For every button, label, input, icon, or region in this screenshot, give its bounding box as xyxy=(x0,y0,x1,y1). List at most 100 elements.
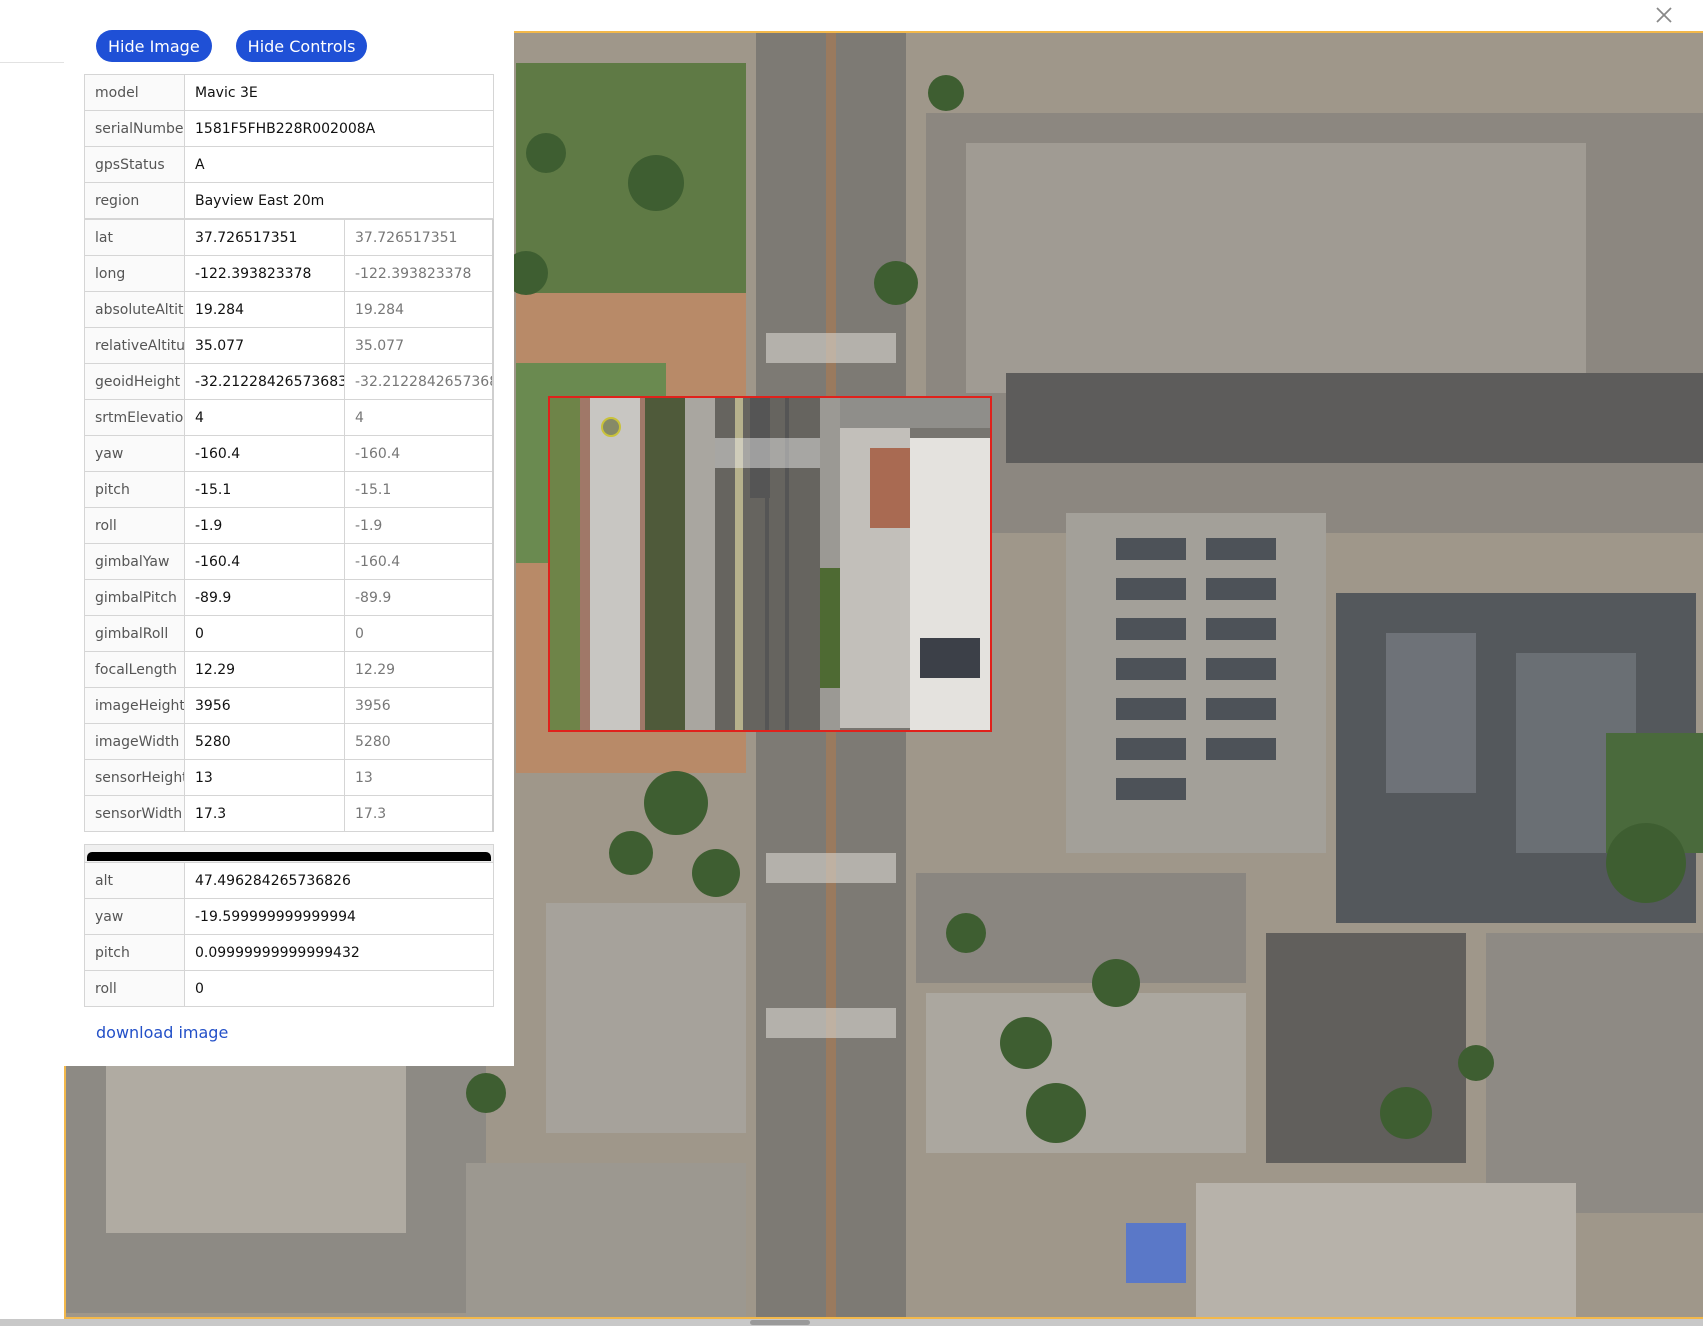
header-divider xyxy=(0,62,64,63)
param-value-field[interactable]: -15.1 xyxy=(184,471,345,508)
metadata-table: model Mavic 3E serialNumber 1581F5FHB228R00… xyxy=(84,74,494,219)
metadata-key: gpsStatus xyxy=(84,146,185,183)
param-row: imageWidth 5280 5280 xyxy=(84,723,494,760)
drone-photo-overlay[interactable] xyxy=(548,396,992,732)
param-key: sensorHeight xyxy=(84,759,185,796)
metadata-value-field[interactable]: Bayview East 20m xyxy=(184,182,494,219)
param-value-field[interactable]: 19.284 xyxy=(184,291,345,328)
computed-row: alt 47.496284265736826 xyxy=(84,862,494,899)
computed-value-field[interactable]: 47.496284265736826 xyxy=(184,862,494,899)
param-original-value: 12.29 xyxy=(344,651,494,688)
computed-value-field[interactable]: 0.09999999999999432 xyxy=(184,934,494,971)
param-value-field[interactable]: 3956 xyxy=(184,687,345,724)
param-value-field[interactable]: 37.726517351 xyxy=(184,219,345,256)
close-button[interactable] xyxy=(1651,2,1677,28)
camera-params-table: lat 37.726517351 37.726517351 long -122.3938… xyxy=(84,219,494,832)
computed-value-field[interactable]: 0 xyxy=(184,970,494,1007)
param-row: sensorHeight 13 13 xyxy=(84,759,494,796)
scrollbar-thumb[interactable] xyxy=(750,1320,810,1325)
param-key: srtmElevation xyxy=(84,399,185,436)
camera-position-marker[interactable] xyxy=(601,417,621,437)
hide-controls-button[interactable]: Hide Controls xyxy=(235,30,368,62)
param-value-field[interactable]: -160.4 xyxy=(184,435,345,472)
param-value-field[interactable]: 13 xyxy=(184,759,345,796)
param-row: lat 37.726517351 37.726517351 xyxy=(84,219,494,256)
param-row: gimbalYaw -160.4 -160.4 xyxy=(84,543,494,580)
param-key: imageWidth xyxy=(84,723,185,760)
computed-row: roll 0 xyxy=(84,970,494,1007)
image-info-panel: Hide Image Hide Controls model Mavic 3E se… xyxy=(64,0,514,1066)
param-row: gimbalPitch -89.9 -89.9 xyxy=(84,579,494,616)
computed-key: alt xyxy=(84,862,185,899)
param-row: long -122.393823378 -122.393823378 xyxy=(84,255,494,292)
metadata-value-field[interactable]: Mavic 3E xyxy=(184,74,494,111)
computed-value-field[interactable]: -19.599999999999994 xyxy=(184,898,494,935)
close-icon xyxy=(1656,7,1672,23)
param-value-field[interactable]: 5280 xyxy=(184,723,345,760)
metadata-key: model xyxy=(84,74,185,111)
param-key: gimbalYaw xyxy=(84,543,185,580)
param-value-field[interactable]: -89.9 xyxy=(184,579,345,616)
param-value-field[interactable]: -122.393823378 xyxy=(184,255,345,292)
horizontal-scrollbar[interactable] xyxy=(0,1319,1703,1326)
param-value-field[interactable]: -160.4 xyxy=(184,543,345,580)
param-row: geoidHeight -32.21228426573683 -32.2122842… xyxy=(84,363,494,400)
param-original-value: 3956 xyxy=(344,687,494,724)
param-value-field[interactable]: 35.077 xyxy=(184,327,345,364)
panel-controls: Hide Image Hide Controls xyxy=(96,30,494,62)
param-key: lat xyxy=(84,219,185,256)
param-original-value: -160.4 xyxy=(344,435,494,472)
param-original-value: 13 xyxy=(344,759,494,796)
param-original-value: 17.3 xyxy=(344,795,494,832)
param-original-value: 4 xyxy=(344,399,494,436)
computed-key: roll xyxy=(84,970,185,1007)
metadata-value-field[interactable]: A xyxy=(184,146,494,183)
param-original-value: -15.1 xyxy=(344,471,494,508)
param-original-value: 35.077 xyxy=(344,327,494,364)
param-original-value: 0 xyxy=(344,615,494,652)
param-key: pitch xyxy=(84,471,185,508)
computed-row: yaw -19.599999999999994 xyxy=(84,898,494,935)
section-divider xyxy=(84,844,494,862)
param-key: yaw xyxy=(84,435,185,472)
param-row: gimbalRoll 0 0 xyxy=(84,615,494,652)
metadata-row: serialNumber 1581F5FHB228R002008A xyxy=(84,110,494,147)
param-key: gimbalPitch xyxy=(84,579,185,616)
param-key: sensorWidth xyxy=(84,795,185,832)
param-row: roll -1.9 -1.9 xyxy=(84,507,494,544)
param-row: yaw -160.4 -160.4 xyxy=(84,435,494,472)
param-original-value: 37.726517351 xyxy=(344,219,494,256)
param-value-field[interactable]: -1.9 xyxy=(184,507,345,544)
param-original-value: -122.393823378 xyxy=(344,255,494,292)
param-key: gimbalRoll xyxy=(84,615,185,652)
param-key: focalLength xyxy=(84,651,185,688)
param-original-value: 5280 xyxy=(344,723,494,760)
param-key: absoluteAltitude xyxy=(84,291,185,328)
param-value-field[interactable]: -32.21228426573683 xyxy=(184,363,345,400)
param-key: relativeAltitude xyxy=(84,327,185,364)
param-row: imageHeight 3956 3956 xyxy=(84,687,494,724)
computed-key: pitch xyxy=(84,934,185,971)
param-value-field[interactable]: 4 xyxy=(184,399,345,436)
param-value-field[interactable]: 0 xyxy=(184,615,345,652)
param-original-value: -89.9 xyxy=(344,579,494,616)
param-original-value: -32.21228426573683 xyxy=(344,363,494,400)
param-value-field[interactable]: 17.3 xyxy=(184,795,345,832)
computed-pose-table: alt 47.496284265736826 yaw -19.599999999999… xyxy=(84,862,494,1007)
computed-row: pitch 0.09999999999999432 xyxy=(84,934,494,971)
download-image-link[interactable]: download image xyxy=(96,1023,228,1042)
metadata-value-field[interactable]: 1581F5FHB228R002008A xyxy=(184,110,494,147)
param-original-value: -1.9 xyxy=(344,507,494,544)
param-row: relativeAltitude35.07735.077 xyxy=(84,327,494,364)
metadata-key: serialNumber xyxy=(84,110,185,147)
param-row: focalLength 12.29 12.29 xyxy=(84,651,494,688)
metadata-row: region Bayview East 20m xyxy=(84,182,494,219)
param-row: pitch -15.1 -15.1 xyxy=(84,471,494,508)
hide-image-button[interactable]: Hide Image xyxy=(96,30,212,62)
computed-key: yaw xyxy=(84,898,185,935)
param-key: geoidHeight xyxy=(84,363,185,400)
param-original-value: 19.284 xyxy=(344,291,494,328)
param-row: absoluteAltitude19.28419.284 xyxy=(84,291,494,328)
metadata-row: model Mavic 3E xyxy=(84,74,494,111)
param-value-field[interactable]: 12.29 xyxy=(184,651,345,688)
